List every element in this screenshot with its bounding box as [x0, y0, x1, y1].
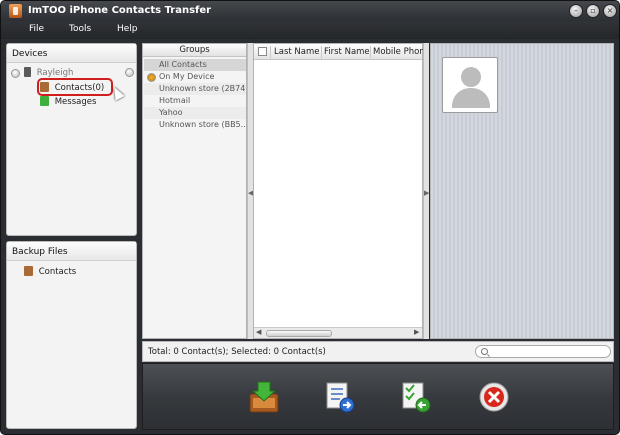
group-item-label: On My Device — [159, 72, 215, 81]
search-icon — [481, 348, 488, 355]
import-icon[interactable] — [247, 380, 281, 414]
column-first-name[interactable]: First Name — [324, 47, 370, 57]
left-panel: Devices Rayleigh Contacts(0) Messages Ba… — [6, 43, 137, 429]
menu-tools[interactable]: Tools — [69, 24, 91, 34]
column-divider — [370, 46, 371, 58]
groups-header: Groups — [143, 44, 246, 57]
status-text: Total: 0 Contact(s); Selected: 0 Contact… — [148, 347, 326, 357]
person-body-icon — [452, 88, 490, 108]
column-mobile-phone[interactable]: Mobile Phone — [373, 47, 430, 57]
title-bar[interactable]: ImTOO iPhone Contacts Transfer – ▫ × — [1, 1, 619, 21]
menu-bar: File Tools Help — [1, 21, 619, 39]
scroll-right-icon[interactable]: ▶ — [414, 328, 419, 336]
maximize-icon[interactable]: ▫ — [586, 4, 600, 18]
selection-highlight — [37, 78, 113, 96]
search-input[interactable] — [475, 345, 611, 358]
select-all-checkbox[interactable] — [258, 47, 267, 56]
menu-help[interactable]: Help — [117, 24, 138, 34]
group-item-all-contacts[interactable]: All Contacts — [144, 59, 246, 71]
contact-avatar — [442, 57, 498, 113]
backup-item-contacts[interactable]: Contacts — [24, 266, 76, 277]
scroll-left-icon[interactable]: ◀ — [256, 328, 261, 336]
collapse-right-icon[interactable]: ▶ — [424, 189, 429, 197]
devices-header: Devices — [7, 44, 136, 63]
iphone-icon — [24, 67, 31, 77]
group-item-hotmail[interactable]: Hotmail — [144, 95, 246, 107]
table-header: Last Name First Name Mobile Phone — [254, 44, 430, 60]
menu-file[interactable]: File — [29, 24, 44, 34]
contacts-icon — [24, 266, 33, 276]
group-item-yahoo[interactable]: Yahoo — [144, 107, 246, 119]
app-window: ImTOO iPhone Contacts Transfer – ▫ × Fil… — [0, 0, 620, 435]
messages-icon — [40, 96, 49, 106]
export-to-computer-icon[interactable] — [323, 380, 357, 414]
backup-item-label: Contacts — [38, 267, 77, 277]
column-last-name[interactable]: Last Name — [274, 47, 319, 57]
app-title: ImTOO iPhone Contacts Transfer — [28, 5, 212, 16]
status-bar: Total: 0 Contact(s); Selected: 0 Contact… — [142, 341, 614, 362]
device-expand-icon[interactable] — [11, 69, 20, 78]
group-expand-icon[interactable] — [147, 73, 156, 82]
delete-icon[interactable] — [477, 380, 511, 414]
column-divider — [321, 46, 322, 58]
tree-item-label: Messages — [54, 97, 97, 107]
device-name: Rayleigh — [36, 68, 74, 78]
device-row[interactable]: Rayleigh — [24, 67, 73, 78]
devices-panel: Devices Rayleigh Contacts(0) Messages — [6, 43, 137, 236]
group-item-unknown-store-1[interactable]: Unknown store (2B74... — [144, 83, 246, 95]
column-divider — [270, 46, 271, 58]
contacts-table: Last Name First Name Mobile Phone ◀ ▶ — [253, 43, 430, 339]
backup-header: Backup Files — [7, 242, 136, 261]
groups-panel: Groups All Contacts On My Device Unknown… — [142, 43, 247, 339]
group-item-unknown-store-2[interactable]: Unknown store (BB5... — [144, 119, 246, 131]
close-icon[interactable]: × — [603, 4, 617, 18]
horizontal-scrollbar[interactable]: ◀ ▶ — [254, 327, 422, 338]
device-eject-icon[interactable] — [125, 68, 134, 77]
action-toolbar — [142, 363, 614, 430]
app-logo-icon — [9, 4, 22, 18]
person-head-icon — [461, 67, 481, 87]
group-item-on-my-device[interactable]: On My Device — [144, 71, 246, 83]
splitter-right[interactable]: ▶ — [423, 43, 429, 339]
contact-preview-panel — [430, 43, 614, 339]
backup-panel: Backup Files Contacts — [6, 241, 137, 429]
minimize-icon[interactable]: – — [569, 4, 583, 18]
export-to-device-icon[interactable] — [399, 380, 433, 414]
scrollbar-thumb[interactable] — [266, 330, 332, 337]
tree-item-messages[interactable]: Messages — [40, 96, 96, 107]
